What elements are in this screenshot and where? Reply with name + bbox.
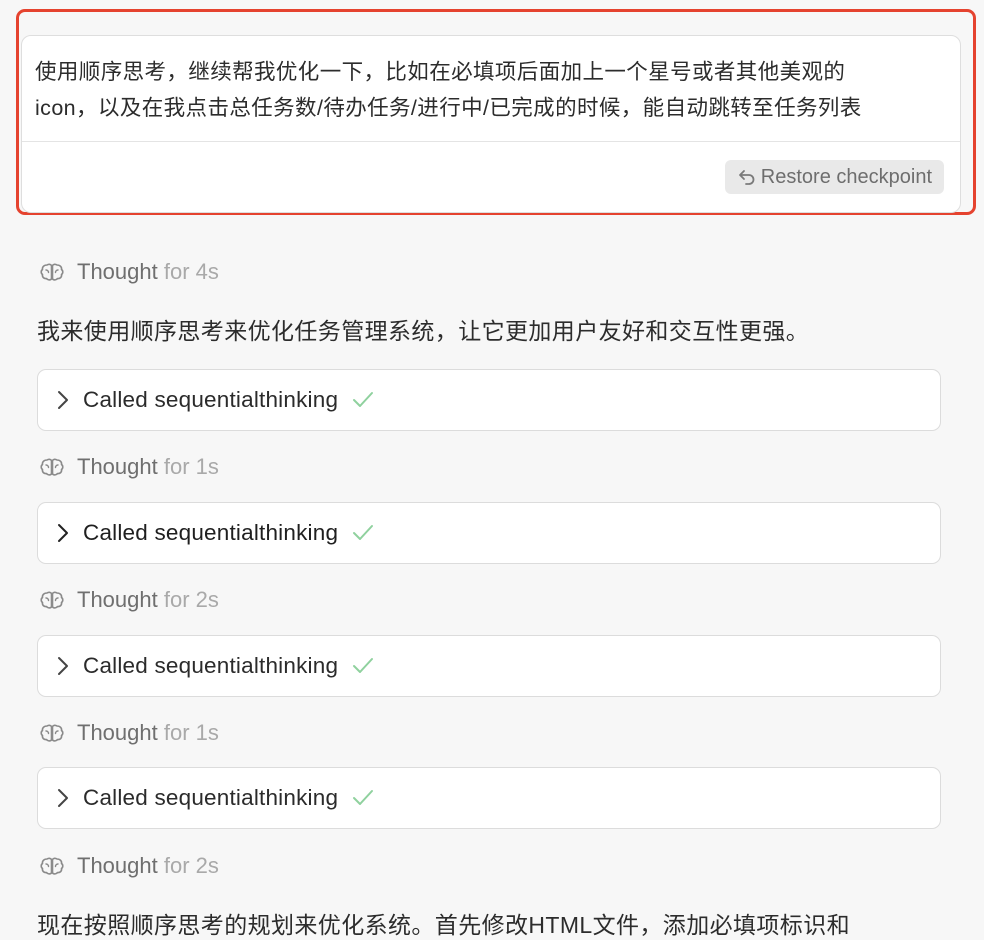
assistant-text: 现在按照顺序思考的规划来优化系统。首先修改HTML文件，添加必填项标识和	[37, 912, 851, 938]
thought-label: Thought	[77, 720, 158, 745]
thought-label: Thought	[77, 587, 158, 612]
check-icon	[353, 790, 374, 805]
user-message-line: icon，以及在我点击总任务数/待办任务/进行中/已完成的时候，能自动跳转至任务…	[35, 96, 862, 120]
restore-checkpoint-label: Restore checkpoint	[760, 165, 932, 188]
tool-call-label: Called sequentialthinking	[83, 653, 339, 678]
thought-duration: for 1s	[163, 720, 219, 745]
tool-call-label: Called sequentialthinking	[83, 520, 339, 545]
check-icon	[353, 658, 374, 673]
tool-call-card[interactable]: Called sequentialthinking	[37, 767, 941, 829]
brain-icon	[40, 263, 64, 281]
brain-icon	[40, 724, 64, 742]
restore-checkpoint-button[interactable]: Restore checkpoint	[724, 160, 944, 194]
thought-label: Thought	[77, 259, 158, 284]
divider	[22, 141, 960, 142]
tool-call-label: Called sequentialthinking	[83, 785, 339, 810]
undo-arrow-icon	[738, 170, 755, 185]
check-icon	[353, 525, 374, 540]
chevron-right-icon	[58, 524, 68, 542]
chat-thread: 使用顺序思考，继续帮我优化一下，比如在必填项后面加上一个星号或者其他美观的 ic…	[0, 0, 984, 940]
thought-row[interactable]: Thought for 2s	[39, 851, 219, 881]
thought-duration: for 1s	[163, 454, 219, 479]
thought-label: Thought	[77, 454, 158, 479]
tool-call-label: Called sequentialthinking	[83, 387, 339, 412]
thought-duration: for 4s	[163, 259, 219, 284]
brain-icon	[40, 591, 64, 609]
thought-row[interactable]: Thought for 1s	[39, 718, 219, 748]
chevron-right-icon	[58, 789, 68, 807]
brain-icon	[40, 458, 64, 476]
chevron-right-icon	[58, 657, 68, 675]
thought-label: Thought	[77, 853, 158, 878]
assistant-text: 我来使用顺序思考来优化任务管理系统，让它更加用户友好和交互性更强。	[37, 318, 810, 344]
tool-call-card[interactable]: Called sequentialthinking	[37, 635, 941, 697]
user-message-card[interactable]: 使用顺序思考，继续帮我优化一下，比如在必填项后面加上一个星号或者其他美观的 ic…	[21, 35, 961, 213]
check-icon	[353, 392, 374, 407]
brain-icon	[40, 857, 64, 875]
chevron-right-icon	[58, 391, 68, 409]
user-message-line: 使用顺序思考，继续帮我优化一下，比如在必填项后面加上一个星号或者其他美观的	[35, 60, 846, 84]
tool-call-card[interactable]: Called sequentialthinking	[37, 369, 941, 431]
thought-row[interactable]: Thought for 2s	[39, 585, 219, 615]
user-message-text: 使用顺序思考，继续帮我优化一下，比如在必填项后面加上一个星号或者其他美观的 ic…	[35, 54, 949, 126]
tool-call-card[interactable]: Called sequentialthinking	[37, 502, 941, 564]
thought-duration: for 2s	[163, 587, 219, 612]
thought-duration: for 2s	[163, 853, 219, 878]
thought-row[interactable]: Thought for 4s	[39, 257, 219, 287]
thought-row[interactable]: Thought for 1s	[39, 452, 219, 482]
